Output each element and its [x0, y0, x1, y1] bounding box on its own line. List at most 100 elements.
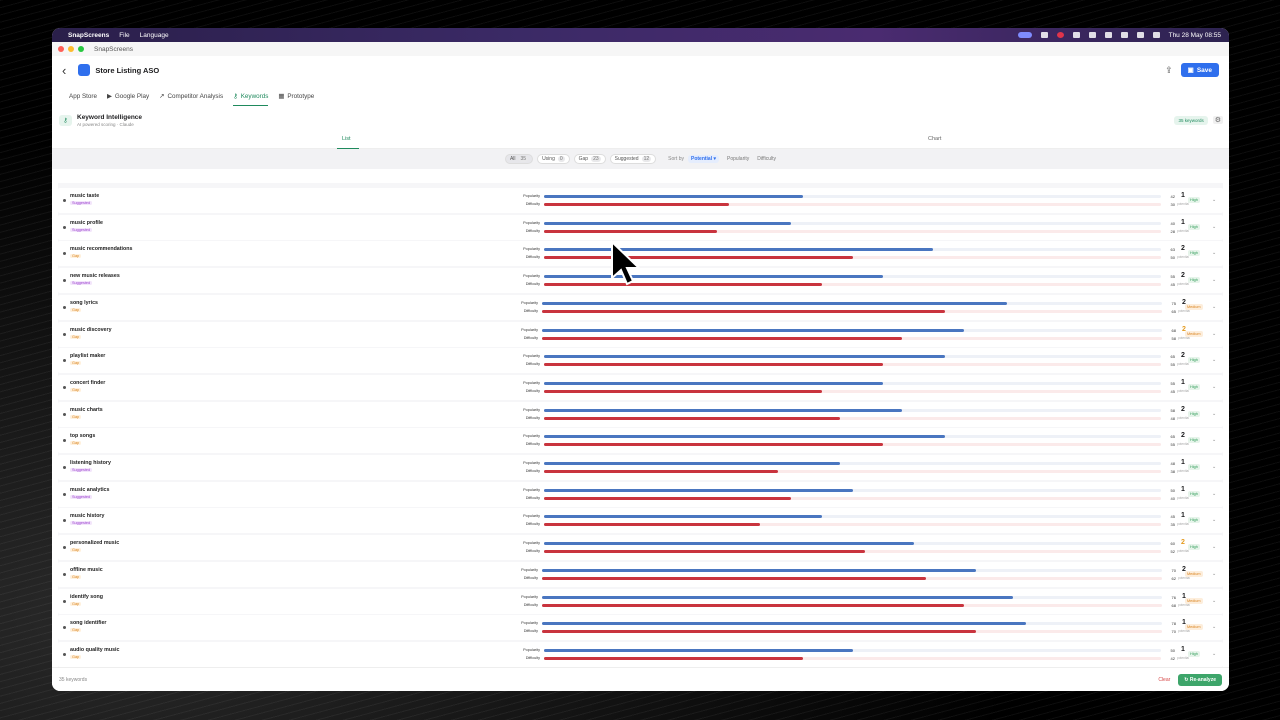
chevron-down-icon[interactable]: ⌄ [1212, 437, 1216, 443]
chevron-down-icon[interactable]: ⌄ [1212, 544, 1216, 550]
filter-suggested[interactable]: Suggested 12 [609, 154, 657, 164]
sort-potential[interactable]: Potential ▾ [687, 155, 719, 163]
filter-using[interactable]: Using 0 [537, 154, 570, 164]
tab-google-play[interactable]: ▶ Google Play [107, 93, 149, 106]
view-tab-list[interactable]: List [52, 134, 641, 148]
search-icon[interactable] [1136, 32, 1144, 38]
zoom-window-button[interactable] [78, 46, 84, 52]
reanalyze-label: Re-analyze [1189, 676, 1216, 683]
chevron-down-icon[interactable]: ⌄ [1212, 384, 1216, 390]
keyword-row[interactable]: music history Suggested Popularity Difficul… [58, 508, 1223, 534]
keyword-row[interactable]: listening history Suggested Popularity Diff… [58, 455, 1223, 480]
level-badge: High [1188, 650, 1200, 657]
reanalyze-button[interactable]: ↻ Re-analyze [1178, 673, 1222, 686]
chevron-down-icon[interactable]: ⌄ [1212, 331, 1216, 337]
rank-label: potential [1176, 522, 1190, 527]
close-window-button[interactable] [58, 46, 64, 52]
back-arrow-icon[interactable]: ‹ [62, 64, 66, 77]
chevron-down-icon[interactable]: ⌄ [1212, 250, 1216, 256]
chevron-down-icon[interactable]: ⌄ [1212, 224, 1216, 230]
chevron-down-icon[interactable]: ⌄ [1212, 598, 1216, 604]
popularity-label: Popularity [523, 647, 540, 652]
chevron-down-icon[interactable]: ⌄ [1212, 517, 1216, 523]
tab-keywords[interactable]: ⚷ Keywords [233, 93, 269, 106]
difficulty-label: Difficulty [525, 388, 540, 393]
chevron-down-icon[interactable]: ⌄ [1212, 651, 1216, 657]
rank-label: potential [1176, 362, 1190, 367]
minimize-window-button[interactable] [68, 46, 74, 52]
popularity-value: 70 [1171, 567, 1176, 573]
popularity-value: 55 [1170, 274, 1175, 280]
keyword-row[interactable]: music discovery Gap Popularity Difficulty 68… [58, 321, 1223, 347]
keyword-count-badge: 35 keywords [1174, 115, 1208, 125]
app-icon [78, 64, 91, 76]
keyword-row[interactable]: music profile Suggested Popularity Difficul… [58, 214, 1223, 240]
keyword-row[interactable]: new music releases Suggested Popularity Dif… [58, 268, 1223, 294]
menubar-clock[interactable]: Thu 28 May 08:55 [1169, 32, 1221, 39]
chevron-down-icon[interactable]: ⌄ [1212, 304, 1216, 310]
screen-share-icon[interactable] [1017, 32, 1032, 38]
chevron-down-icon[interactable]: ⌄ [1212, 277, 1216, 283]
wifi-icon[interactable] [1120, 32, 1128, 38]
gear-icon[interactable]: ⚙ [1212, 116, 1223, 124]
potential-rank: 2 [1181, 405, 1185, 413]
warning-icon[interactable] [1088, 32, 1096, 38]
keyword-row[interactable]: music charts Gap Popularity Difficulty 58 48 2… [58, 401, 1223, 427]
potential-rank: 1 [1181, 378, 1185, 386]
row-dot [63, 466, 66, 469]
battery-icon[interactable] [1104, 32, 1112, 38]
view-tab-chart[interactable]: Chart [641, 134, 1230, 148]
chevron-down-icon[interactable]: ⌄ [1212, 491, 1216, 497]
popularity-label: Popularity [523, 354, 540, 359]
tab-app-store[interactable]: App Store [66, 93, 97, 106]
keyword-row[interactable]: concert finder Gap Popularity Difficulty 55 4… [58, 374, 1223, 400]
menu-app-name[interactable]: SnapScreens [68, 32, 109, 39]
keyword-row[interactable]: personalized music Gap Popularity Difficult… [58, 535, 1223, 561]
chevron-down-icon[interactable]: ⌄ [1212, 357, 1216, 363]
level-badge: High [1188, 410, 1200, 417]
page-header: ‹ Store Listing ASO ⇪ ▣ Save [52, 56, 1229, 84]
keyword-row[interactable]: music recommendations Gap Popularity Diffic… [58, 241, 1223, 267]
keyword-row[interactable]: playlist maker Gap Popularity Difficulty 65 5… [58, 348, 1223, 374]
save-button[interactable]: ▣ Save [1180, 63, 1219, 77]
popularity-label: Popularity [521, 594, 538, 599]
tray-icon[interactable] [1040, 32, 1048, 38]
filter-all[interactable]: All 35 [504, 154, 534, 164]
share-icon[interactable]: ⇪ [1165, 65, 1173, 76]
keyword-text: identify song [70, 593, 103, 600]
keyword-row[interactable]: offline music Gap Popularity Difficulty 70 62… [58, 561, 1223, 587]
popularity-track [544, 221, 1161, 225]
chevron-down-icon[interactable]: ⌄ [1212, 197, 1216, 203]
menu-file[interactable]: File [119, 32, 129, 39]
keyword-row[interactable]: song identifier Gap Popularity Difficulty 78… [58, 615, 1223, 641]
sort-popularity[interactable]: Popularity [727, 156, 749, 162]
difficulty-bar [544, 363, 884, 367]
record-icon[interactable] [1056, 32, 1064, 38]
difficulty-label: Difficulty [523, 575, 538, 580]
keyword-row[interactable]: identify song Gap Popularity Difficulty 76 68… [58, 588, 1223, 614]
chevron-down-icon[interactable]: ⌄ [1212, 571, 1216, 577]
difficulty-bar [544, 389, 822, 393]
chevron-down-icon[interactable]: ⌄ [1212, 464, 1216, 470]
tab-competitor-analysis[interactable]: ↗ Competitor Analysis [159, 93, 223, 106]
keyword-list[interactable]: music taste Suggested Popularity Difficulty… [58, 183, 1223, 667]
clear-button[interactable]: Clear [1158, 677, 1170, 683]
menu-language[interactable]: Language [140, 32, 169, 39]
keyword-row[interactable]: music taste Suggested Popularity Difficulty… [58, 188, 1223, 213]
tab-prototype[interactable]: ▦ Prototype [278, 93, 314, 106]
keyword-row[interactable]: top songs Gap Popularity Difficulty 65 55 2 pot… [58, 428, 1223, 454]
shield-icon[interactable] [1072, 32, 1080, 38]
keyword-row[interactable]: audio quality music Gap Popularity Difficul… [58, 641, 1223, 667]
popularity-label: Popularity [523, 247, 540, 252]
row-dot [63, 252, 66, 256]
chevron-down-icon[interactable]: ⌄ [1212, 624, 1216, 630]
keyword-row[interactable]: song lyrics Gap Popularity Difficulty 75 65 2 p… [58, 294, 1223, 320]
difficulty-bar [542, 336, 902, 340]
difficulty-value: 30 [1170, 202, 1175, 207]
sort-difficulty[interactable]: Difficulty [757, 156, 776, 162]
filter-gap[interactable]: Gap 23 [573, 154, 606, 164]
keyword-row[interactable]: music analytics Suggested Popularity Diffic… [58, 481, 1223, 507]
level-badge: High [1188, 517, 1200, 524]
chevron-down-icon[interactable]: ⌄ [1212, 411, 1216, 417]
control-center-icon[interactable] [1152, 32, 1160, 38]
